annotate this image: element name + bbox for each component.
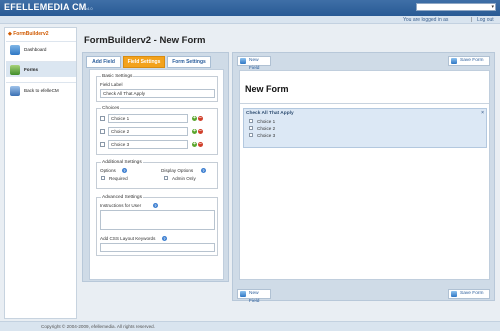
- field-preview-label: Check All That Apply: [246, 111, 294, 116]
- userbar-separator: |: [471, 17, 473, 23]
- choice-default-checkbox[interactable]: [100, 116, 105, 121]
- preview-checkbox[interactable]: [249, 133, 253, 137]
- user-bar: You are logged in as | Log out: [0, 16, 500, 24]
- help-icon[interactable]: ?: [201, 168, 206, 173]
- divider: [240, 103, 489, 104]
- site-select[interactable]: ▾: [416, 3, 496, 11]
- help-icon[interactable]: ?: [122, 168, 127, 173]
- form-title[interactable]: New Form: [245, 84, 289, 94]
- additional-settings-legend: Additional Settings: [101, 160, 143, 165]
- choice-default-checkbox[interactable]: [100, 142, 105, 147]
- field-label-caption: Field Label: [100, 82, 123, 87]
- remove-choice-icon[interactable]: −: [198, 116, 203, 121]
- additional-settings-group: Additional Settings Options ? Required D…: [96, 160, 218, 189]
- required-label: Required: [109, 176, 128, 181]
- advanced-settings-group: Advanced Settings Instructions for User …: [96, 195, 218, 256]
- css-keywords-input[interactable]: [100, 243, 215, 252]
- new-field-button-top[interactable]: New Field: [237, 56, 271, 71]
- dashboard-icon: [10, 45, 20, 55]
- field-settings-body: Basic Settings Field Label Check All Tha…: [89, 69, 224, 280]
- basic-settings-group: Basic Settings Field Label Check All Tha…: [96, 74, 218, 102]
- page-title: FormBuilderv2 - New Form: [84, 35, 206, 46]
- sidebar-item-label: Forms: [24, 67, 39, 72]
- bullet-icon: ◆: [8, 31, 12, 37]
- required-checkbox[interactable]: [101, 176, 105, 180]
- choice-input[interactable]: Choice 2: [108, 127, 188, 136]
- preview-choice-label: Choice 3: [257, 133, 276, 138]
- choice-default-checkbox[interactable]: [100, 129, 105, 134]
- remove-choice-icon[interactable]: −: [198, 142, 203, 147]
- save-form-label: Save Form: [460, 291, 484, 296]
- add-choice-icon[interactable]: +: [192, 142, 197, 147]
- preview-checkbox[interactable]: [249, 119, 253, 123]
- admin-only-checkbox[interactable]: [164, 176, 168, 180]
- remove-choice-icon[interactable]: −: [198, 129, 203, 134]
- tab-form-settings[interactable]: Form Settings: [167, 56, 211, 68]
- sidebar-title-text: FormBuilderv2: [13, 31, 49, 37]
- sidebar-item-label: Back to efelleCM: [24, 88, 59, 93]
- new-field-label: New Field: [249, 291, 260, 304]
- new-field-icon: [240, 58, 246, 64]
- sidebar-item-forms[interactable]: Forms: [6, 61, 76, 77]
- choices-legend: Choices: [101, 106, 121, 111]
- choice-input[interactable]: Choice 1: [108, 114, 188, 123]
- save-icon: [451, 58, 457, 64]
- css-keywords-label: Add CSS Layout Keywords: [100, 236, 156, 241]
- top-bar: EFELLEMEDIA CM v4.0 ▾: [0, 0, 500, 16]
- admin-only-label: Admin Only: [172, 176, 196, 181]
- display-options-label: Display Options: [161, 168, 194, 173]
- options-label: Options: [100, 168, 116, 173]
- logged-in-text: You are logged in as: [403, 17, 449, 23]
- app-logo: EFELLEMEDIA CM: [4, 2, 87, 12]
- sidebar-title: ◆ FormBuilderv2: [8, 31, 74, 39]
- preview-checkbox[interactable]: [249, 126, 253, 130]
- sidebar-item-label: Dashboard: [24, 47, 47, 52]
- form-canvas: New Form Check All That Apply × Choice 1…: [239, 70, 490, 280]
- preview-choice-label: Choice 1: [257, 119, 276, 124]
- save-form-button-top[interactable]: Save Form: [448, 56, 490, 66]
- add-choice-icon[interactable]: +: [192, 129, 197, 134]
- close-icon[interactable]: ×: [481, 110, 484, 116]
- choices-group: Choices Choice 1 + − Choice 2 + − Choice…: [96, 106, 218, 155]
- preview-choice-label: Choice 2: [257, 126, 276, 131]
- app-version: v4.0: [85, 6, 93, 11]
- choice-input[interactable]: Choice 3: [108, 140, 188, 149]
- instructions-textarea[interactable]: [100, 210, 215, 230]
- new-field-button-bottom[interactable]: New Field: [237, 289, 271, 304]
- save-form-label: Save Form: [460, 58, 484, 63]
- sidebar-item-dashboard[interactable]: Dashboard: [6, 41, 76, 57]
- instructions-label: Instructions for User: [100, 203, 142, 208]
- settings-panel: Add Field Field Settings Form Settings B…: [82, 52, 229, 282]
- chevron-down-icon: ▾: [491, 4, 494, 10]
- basic-settings-legend: Basic Settings: [101, 74, 134, 79]
- help-icon[interactable]: ?: [162, 236, 167, 241]
- tab-add-field[interactable]: Add Field: [86, 56, 121, 68]
- add-choice-icon[interactable]: +: [192, 116, 197, 121]
- tab-field-settings[interactable]: Field Settings: [123, 56, 165, 68]
- field-preview[interactable]: Check All That Apply × Choice 1 Choice 2…: [243, 108, 487, 148]
- form-preview-panel: New Field Save Form New Form Check All T…: [232, 52, 495, 304]
- new-field-icon: [240, 291, 246, 297]
- logout-link[interactable]: Log out: [477, 17, 494, 23]
- copyright-text: Copyright © 2004-2009, efellemedia. All …: [41, 324, 155, 329]
- back-icon: [10, 86, 20, 96]
- help-icon[interactable]: ?: [153, 203, 158, 208]
- sidebar: ◆ FormBuilderv2 Dashboard Forms Back to …: [4, 27, 77, 319]
- field-label-input[interactable]: Check All That Apply: [100, 89, 215, 98]
- footer: Copyright © 2004-2009, efellemedia. All …: [0, 321, 500, 331]
- sidebar-item-back[interactable]: Back to efelleCM: [6, 82, 76, 98]
- forms-icon: [10, 65, 20, 75]
- save-icon: [451, 291, 457, 297]
- save-form-button-bottom[interactable]: Save Form: [448, 289, 490, 299]
- advanced-settings-legend: Advanced Settings: [101, 195, 144, 200]
